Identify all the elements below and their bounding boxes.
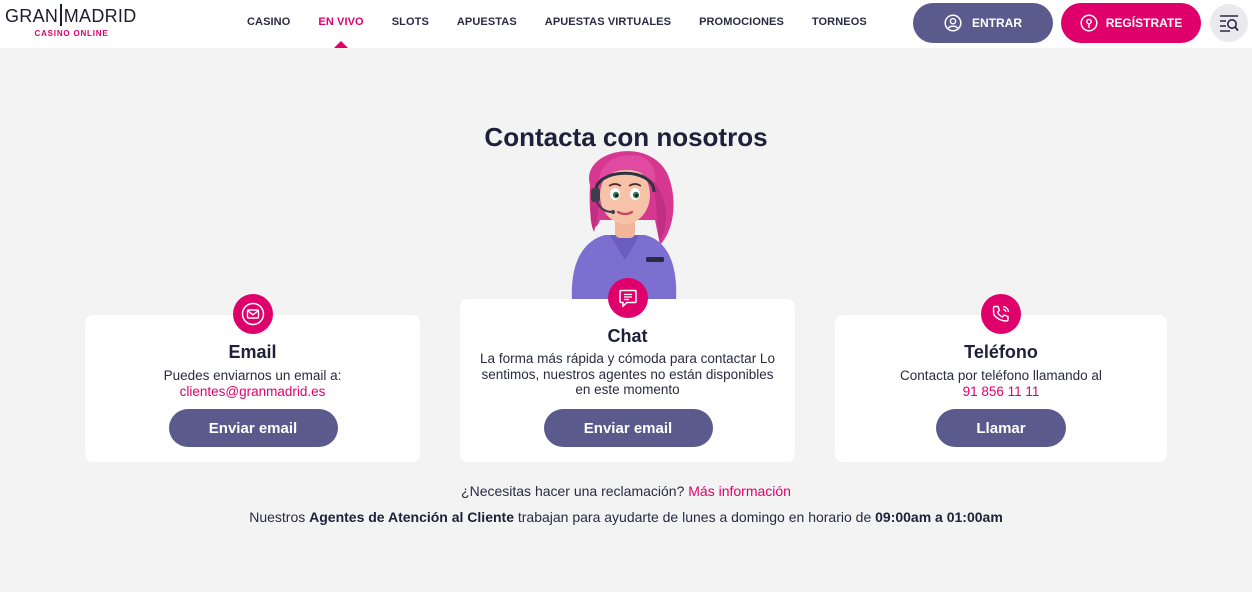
phone-card-text: Contacta por teléfono llamando al 91 856… (855, 368, 1147, 399)
chat-card-title: Chat (607, 326, 648, 346)
send-email-button[interactable]: Enviar email (168, 409, 338, 447)
login-button[interactable]: ENTRAR (913, 3, 1053, 43)
email-address-link[interactable]: clientes@granmadrid.es (105, 384, 400, 400)
hours-text-2: trabajan para ayudarte de lunes a doming… (517, 509, 872, 525)
register-button[interactable]: REGÍSTRATE (1061, 3, 1201, 43)
chat-bubble-icon (618, 289, 637, 308)
logo-wordmark: GRAN MADRID (5, 4, 137, 26)
chat-send-email-button[interactable]: Enviar email (543, 409, 713, 447)
chat-icon-badge (607, 278, 648, 318)
complaint-line: ¿Necesitas hacer una reclamación? Más in… (0, 483, 1252, 499)
phone-number-link[interactable]: 91 856 11 11 (855, 384, 1147, 400)
email-icon-badge (232, 294, 273, 334)
nav-apuestas[interactable]: APUESTAS (443, 0, 531, 48)
envelope-icon (241, 302, 264, 326)
complaint-question: ¿Necesitas hacer una reclamación? (461, 483, 685, 499)
chat-contact-card: Chat La forma más rápida y cómoda para c… (460, 278, 795, 462)
active-nav-indicator (334, 41, 349, 48)
top-navigation-bar: GRAN MADRID CASINO ONLINE CASINO EN VIVO … (0, 0, 1252, 48)
nav-promociones[interactable]: PROMOCIONES (685, 0, 798, 48)
email-card-description: Puedes enviarnos un email a: (163, 368, 342, 383)
email-card-title: Email (228, 342, 277, 362)
phone-card-description: Contacta por teléfono llamando al (900, 368, 1102, 383)
gran-madrid-logo[interactable]: GRAN MADRID CASINO ONLINE (5, 4, 145, 44)
phone-card-title: Teléfono (964, 342, 1038, 362)
login-button-label: ENTRAR (972, 16, 1022, 30)
hours-agents: Agentes de Atención al Cliente (309, 509, 514, 525)
phone-ringing-icon (992, 305, 1010, 322)
hours-time: 09:00am a 01:00am (875, 509, 1003, 525)
logo-subtitle: CASINO ONLINE (34, 29, 109, 38)
chat-card-text: La forma más rápida y cómoda para contac… (480, 351, 775, 397)
nav-en-vivo[interactable]: EN VIVO (304, 0, 377, 48)
nav-en-vivo-label: EN VIVO (318, 16, 364, 28)
hours-text-1: Nuestros (249, 509, 306, 525)
nav-apuestas-virtuales[interactable]: APUESTAS VIRTUALES (531, 0, 685, 48)
phone-icon-badge (981, 294, 1021, 334)
email-contact-card: Email Puedes enviarnos un email a: clien… (85, 294, 420, 462)
nav-torneos[interactable]: TORNEOS (798, 0, 881, 48)
phone-contact-card: Teléfono Contacta por teléfono llamando … (835, 294, 1167, 462)
search-button[interactable] (1210, 4, 1248, 42)
search-list-icon (1220, 15, 1239, 32)
register-button-label: REGÍSTRATE (1105, 16, 1183, 30)
support-agent-illustration (571, 151, 677, 300)
map-pin-icon (1080, 14, 1098, 32)
support-hours-line: Nuestros Agentes de Atención al Cliente … (0, 509, 1252, 525)
email-card-text: Puedes enviarnos un email a: clientes@gr… (105, 368, 400, 399)
nav-slots[interactable]: SLOTS (378, 0, 443, 48)
user-circle-icon (944, 14, 962, 32)
more-info-link[interactable]: Más información (688, 483, 791, 499)
main-nav: CASINO EN VIVO SLOTS APUESTAS APUESTAS V… (233, 0, 881, 48)
nav-casino[interactable]: CASINO (233, 0, 304, 48)
call-button[interactable]: Llamar (936, 409, 1066, 447)
